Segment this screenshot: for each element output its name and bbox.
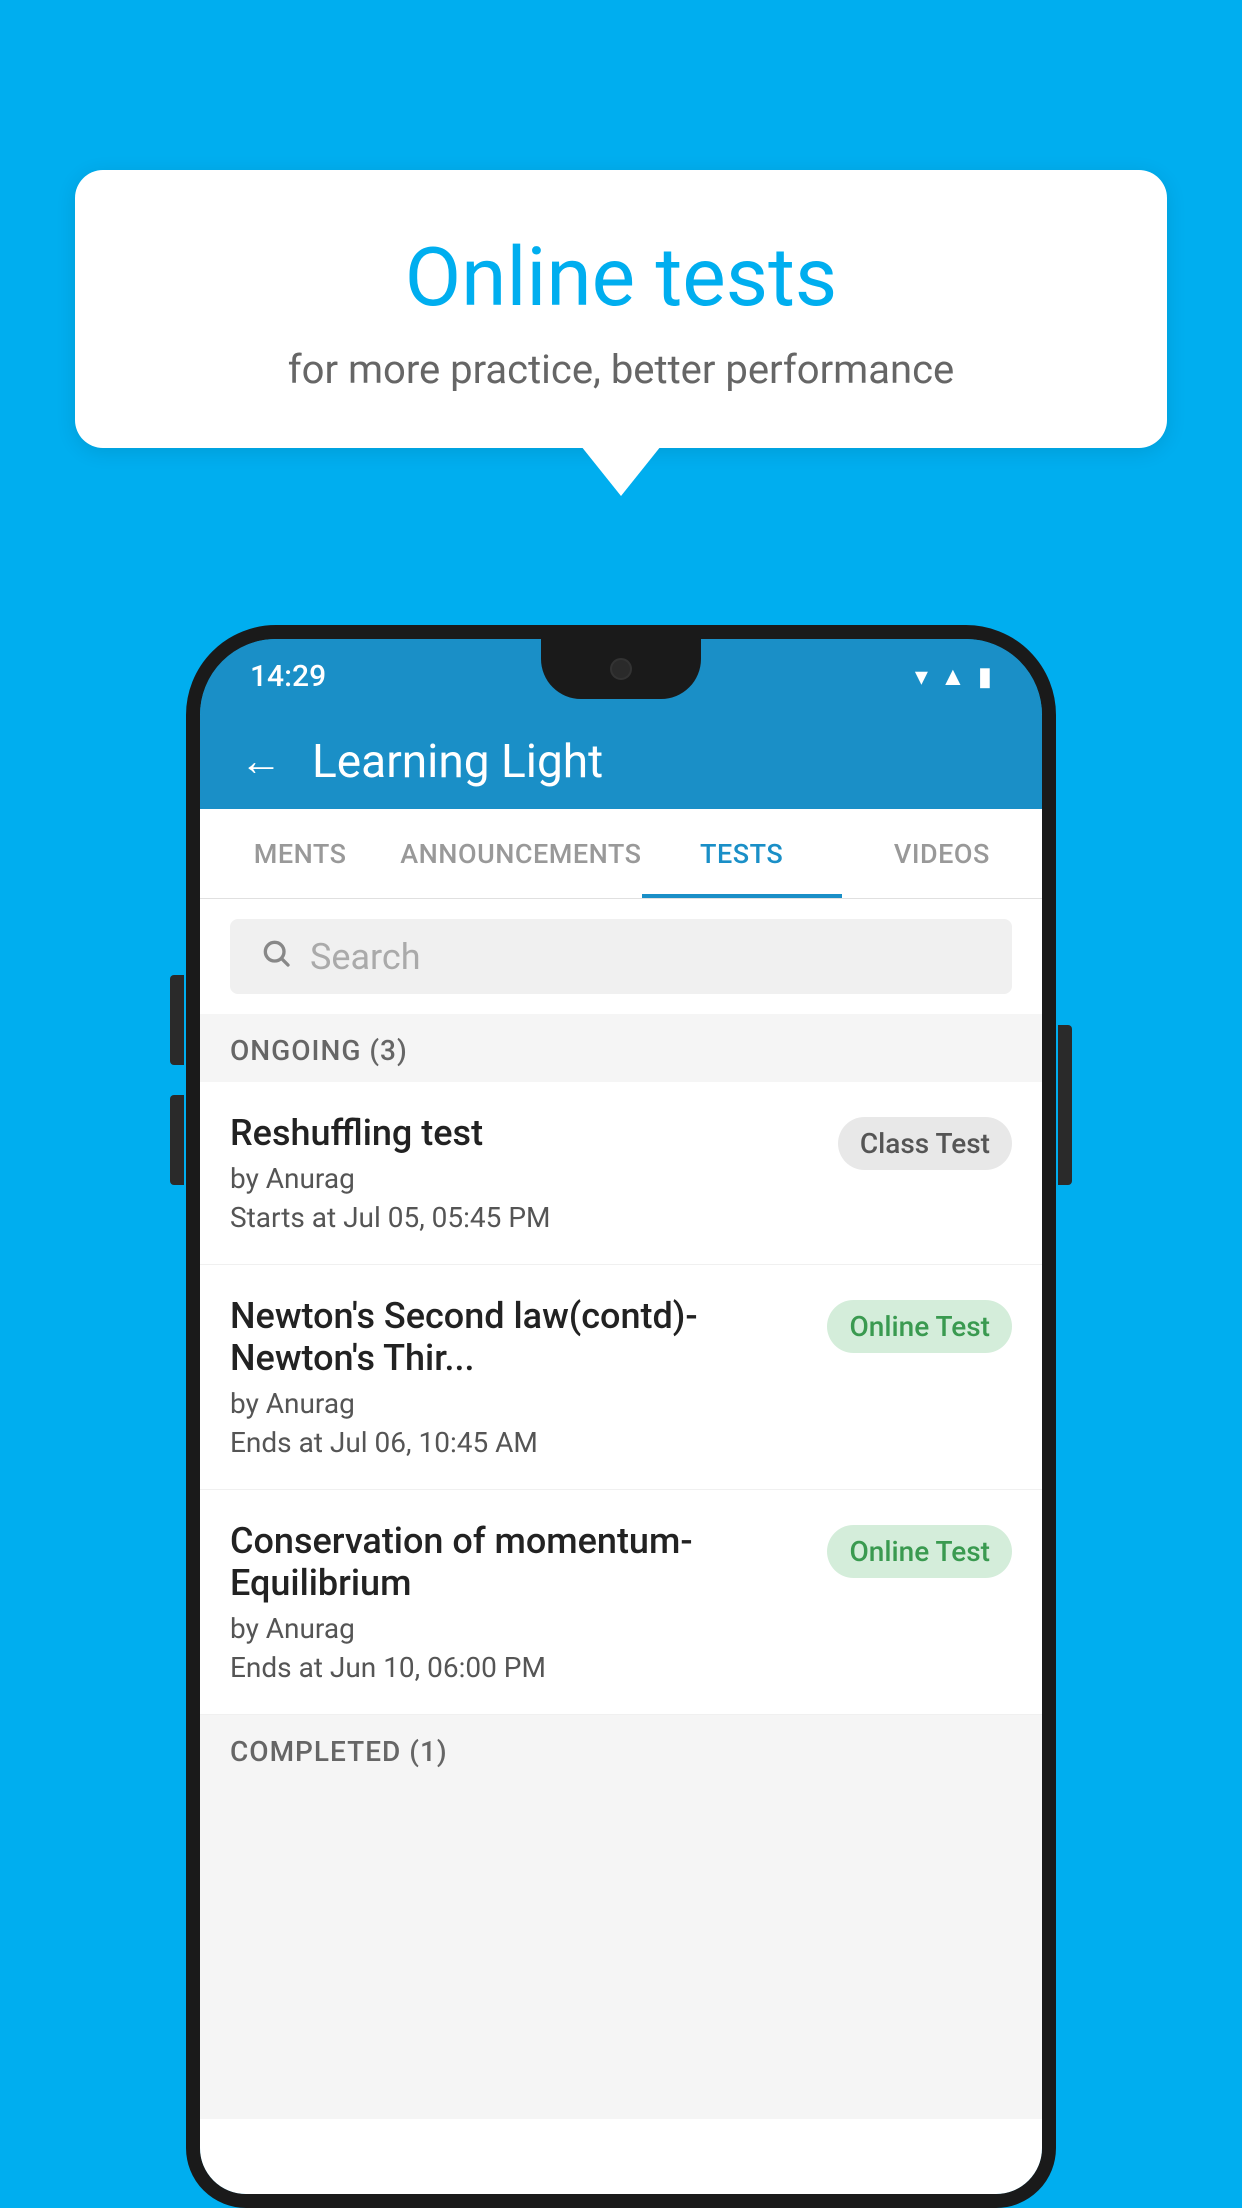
signal-icon: ▲ bbox=[940, 661, 966, 692]
test-info-1: Reshuffling test by Anurag Starts at Jul… bbox=[230, 1112, 818, 1234]
test-item-1[interactable]: Reshuffling test by Anurag Starts at Jul… bbox=[200, 1082, 1042, 1265]
tabs-bar: MENTS ANNOUNCEMENTS TESTS VIDEOS bbox=[200, 809, 1042, 899]
bubble-subtitle: for more practice, better performance bbox=[145, 346, 1097, 393]
app-title: Learning Light bbox=[312, 735, 603, 789]
test-by-3: by Anurag bbox=[230, 1612, 807, 1645]
notch bbox=[541, 639, 701, 699]
test-info-3: Conservation of momentum-Equilibrium by … bbox=[230, 1520, 807, 1684]
status-bar: 14:29 ▾ ▲ ▮ bbox=[200, 639, 1042, 714]
test-badge-3: Online Test bbox=[827, 1525, 1012, 1578]
phone-frame: 14:29 ▾ ▲ ▮ ← Learning Light MENTS bbox=[186, 625, 1056, 2208]
tab-videos[interactable]: VIDEOS bbox=[842, 809, 1042, 898]
phone-side-button-1 bbox=[170, 975, 184, 1065]
test-info-2: Newton's Second law(contd)-Newton's Thir… bbox=[230, 1295, 807, 1459]
phone-side-button-2 bbox=[170, 1095, 184, 1185]
bubble-title: Online tests bbox=[145, 230, 1097, 326]
test-time-2: Ends at Jul 06, 10:45 AM bbox=[230, 1426, 807, 1459]
status-icons: ▾ ▲ ▮ bbox=[915, 661, 992, 692]
camera bbox=[610, 658, 632, 680]
tab-ments[interactable]: MENTS bbox=[200, 809, 400, 898]
back-button[interactable]: ← bbox=[240, 741, 282, 783]
app-header: ← Learning Light bbox=[200, 714, 1042, 809]
status-time: 14:29 bbox=[250, 659, 326, 694]
search-bar-container: Search bbox=[200, 899, 1042, 1014]
test-by-1: by Anurag bbox=[230, 1162, 818, 1195]
speech-bubble: Online tests for more practice, better p… bbox=[75, 170, 1167, 448]
phone-side-button-right bbox=[1058, 1025, 1072, 1185]
phone-mockup: 14:29 ▾ ▲ ▮ ← Learning Light MENTS bbox=[186, 625, 1056, 2208]
phone-screen: ← Learning Light MENTS ANNOUNCEMENTS TES… bbox=[200, 714, 1042, 2194]
search-icon bbox=[260, 936, 292, 978]
battery-icon: ▮ bbox=[978, 662, 992, 692]
search-input-field[interactable]: Search bbox=[230, 919, 1012, 994]
test-name-3: Conservation of momentum-Equilibrium bbox=[230, 1520, 807, 1604]
tab-tests[interactable]: TESTS bbox=[642, 809, 842, 898]
test-name-2: Newton's Second law(contd)-Newton's Thir… bbox=[230, 1295, 807, 1379]
ongoing-section-header: ONGOING (3) bbox=[200, 1014, 1042, 1082]
test-by-2: by Anurag bbox=[230, 1387, 807, 1420]
test-badge-1: Class Test bbox=[838, 1117, 1012, 1170]
tab-announcements[interactable]: ANNOUNCEMENTS bbox=[400, 809, 641, 898]
test-time-3: Ends at Jun 10, 06:00 PM bbox=[230, 1651, 807, 1684]
test-item-3[interactable]: Conservation of momentum-Equilibrium by … bbox=[200, 1490, 1042, 1715]
test-item-2[interactable]: Newton's Second law(contd)-Newton's Thir… bbox=[200, 1265, 1042, 1490]
test-name-1: Reshuffling test bbox=[230, 1112, 818, 1154]
test-time-1: Starts at Jul 05, 05:45 PM bbox=[230, 1201, 818, 1234]
completed-section-header: COMPLETED (1) bbox=[200, 1715, 1042, 1783]
content-area: Search ONGOING (3) Reshuffling test by A… bbox=[200, 899, 1042, 2119]
wifi-icon: ▾ bbox=[915, 662, 928, 692]
search-placeholder: Search bbox=[310, 936, 421, 978]
test-badge-2: Online Test bbox=[827, 1300, 1012, 1353]
test-list: Reshuffling test by Anurag Starts at Jul… bbox=[200, 1082, 1042, 1715]
